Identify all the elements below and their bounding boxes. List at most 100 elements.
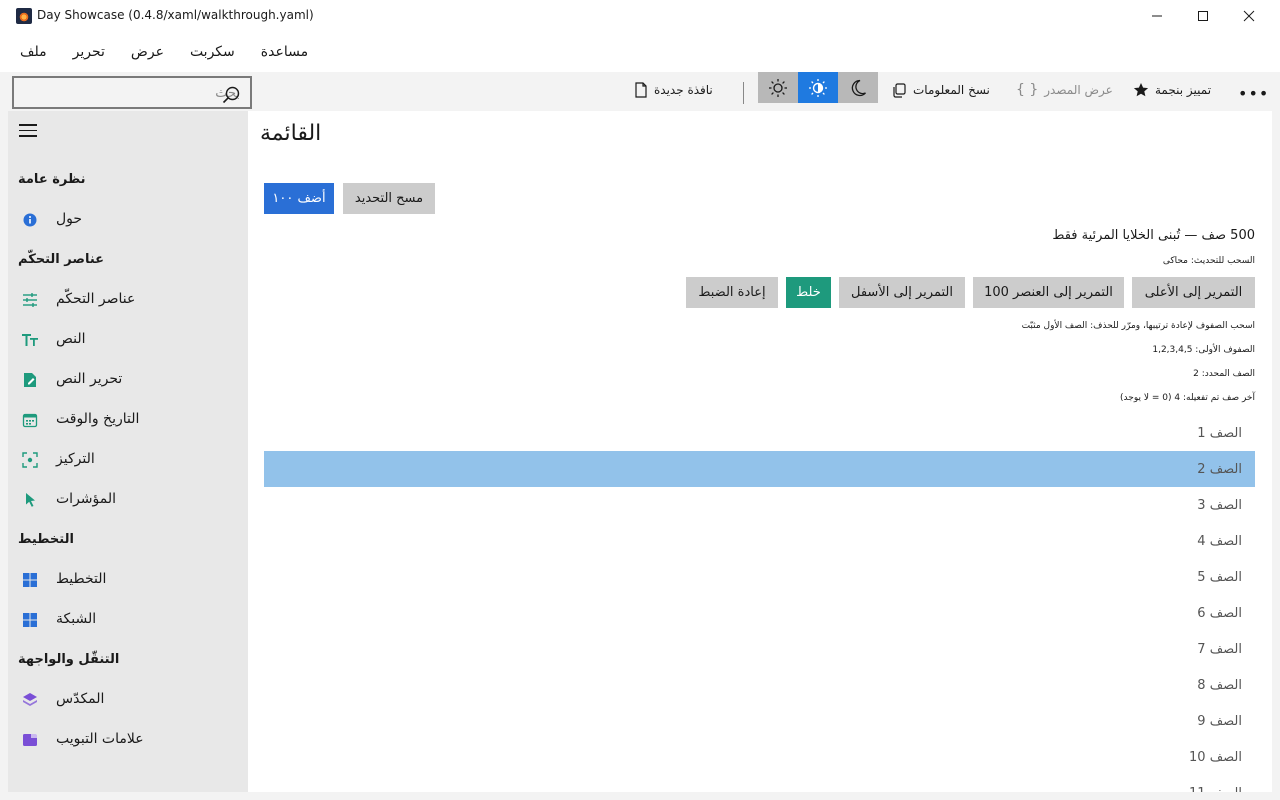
sidebar-item-pointers[interactable]: المؤشرات	[8, 480, 248, 520]
list-item[interactable]: الصف 5	[264, 559, 1255, 595]
list-item[interactable]: الصف 6	[264, 595, 1255, 631]
edit-icon	[24, 373, 36, 387]
list-item-label: الصف 1	[1197, 426, 1242, 441]
sidebar-item-label: عناصر التحكّم	[56, 291, 136, 307]
text-icon	[22, 334, 38, 346]
list-item-label: الصف 8	[1197, 678, 1242, 693]
light-theme-button[interactable]	[758, 72, 798, 103]
list-summary: 500 صف — تُبنى الخلايا المرئية فقط	[1052, 228, 1255, 243]
minimize-icon	[1152, 15, 1162, 17]
reorder-hint: اسحب الصفوف لإعادة ترتيبها، ومرّر للحذف:…	[1021, 321, 1255, 331]
list-item-label: الصف 11	[1189, 786, 1242, 792]
title-bar: Day Showcase (0.4.8/xaml/walkthrough.yam…	[0, 0, 1280, 32]
sidebar-item-controls[interactable]: عناصر التحكّم	[8, 280, 248, 320]
list-item-label: الصف 4	[1197, 534, 1242, 549]
dark-theme-button[interactable]	[838, 72, 878, 103]
list-item-label: الصف 5	[1197, 570, 1242, 585]
list-item-label: الصف 3	[1197, 498, 1242, 513]
menu-view[interactable]: عرض	[131, 44, 164, 60]
menu-help[interactable]: مساعدة	[261, 44, 308, 60]
layout-icon	[23, 573, 37, 587]
more-options-button[interactable]: •••	[1238, 84, 1269, 103]
sidebar-item-layout[interactable]: التخطيط	[8, 560, 248, 600]
app-icon	[16, 8, 32, 24]
list-item-label: الصف 10	[1189, 750, 1242, 765]
hamburger-icon[interactable]	[19, 124, 37, 138]
moon-icon	[851, 79, 866, 96]
star-icon	[1133, 83, 1149, 97]
list-item[interactable]: الصف 9	[264, 703, 1255, 739]
last-activated-status: آخر صف تم تفعيله: 4 (0 = لا يوجد)	[1120, 393, 1255, 403]
sidebar-item-label: تحرير النص	[56, 371, 123, 387]
tabs-icon	[23, 734, 37, 746]
braces-icon: { }	[1016, 82, 1039, 98]
sidebar-item-label: حول	[56, 211, 83, 227]
pull-refresh-status: السحب للتحديث: محاكى	[1162, 256, 1255, 266]
focus-icon	[22, 452, 38, 468]
sidebar-item-label: المكدّس	[56, 691, 105, 707]
sidebar-item-focus[interactable]: التركيز	[8, 440, 248, 480]
shuffle-button[interactable]: خلط	[786, 277, 831, 308]
page-title: القائمة	[260, 121, 322, 146]
section-layout: التخطيط	[18, 532, 74, 547]
new-window-button[interactable]: نافذة جديدة	[634, 82, 713, 98]
list-item[interactable]: الصف 10	[264, 739, 1255, 775]
scroll-bottom-button[interactable]: التمرير إلى الأسفل	[839, 277, 965, 308]
document-icon	[635, 82, 647, 98]
list-item-label: الصف 9	[1197, 714, 1242, 729]
copy-icon	[893, 83, 906, 98]
copy-info-button[interactable]: نسخ المعلومات	[891, 82, 990, 98]
sidebar-item-text-edit[interactable]: تحرير النص	[8, 360, 248, 400]
add-100-button[interactable]: أضف ١٠٠	[264, 183, 334, 214]
menu-script[interactable]: سكربت	[190, 44, 235, 60]
clear-selection-button[interactable]: مسح التحديد	[343, 183, 435, 214]
layers-icon	[23, 693, 37, 706]
calendar-icon	[22, 413, 38, 428]
sidebar-item-stack[interactable]: المكدّس	[8, 680, 248, 720]
scroll-top-button[interactable]: التمرير إلى الأعلى	[1132, 277, 1255, 308]
pointer-icon	[26, 493, 35, 507]
info-icon	[23, 213, 37, 227]
auto-theme-button[interactable]	[798, 72, 838, 103]
close-button[interactable]	[1226, 0, 1272, 32]
window-title: Day Showcase (0.4.8/xaml/walkthrough.yam…	[37, 8, 314, 22]
sidebar-item-label: التاريخ والوقت	[56, 411, 140, 427]
list-item[interactable]: الصف 1	[264, 415, 1255, 451]
list-item[interactable]: الصف 4	[264, 523, 1255, 559]
new-window-label: نافذة جديدة	[654, 83, 713, 97]
sidebar-item-label: النص	[56, 331, 86, 347]
list-item[interactable]: الصف 2	[264, 451, 1255, 487]
list-item[interactable]: الصف 3	[264, 487, 1255, 523]
close-icon	[1243, 10, 1255, 22]
list-item-label: الصف 7	[1197, 642, 1242, 657]
sidebar-item-text[interactable]: النص	[8, 320, 248, 360]
menu-edit[interactable]: تحرير	[73, 44, 105, 60]
list-item[interactable]: الصف 8	[264, 667, 1255, 703]
sidebar-item-date-time[interactable]: التاريخ والوقت	[8, 400, 248, 440]
list-item[interactable]: الصف 7	[264, 631, 1255, 667]
star-button[interactable]: تمييز بنجمة	[1133, 82, 1211, 98]
sidebar-item-label: التركيز	[56, 451, 95, 467]
maximize-button[interactable]	[1180, 0, 1226, 32]
sidebar-item-tabs[interactable]: علامات التبويب	[8, 720, 248, 760]
sidebar-item-about[interactable]: حول	[8, 200, 248, 240]
half-sun-icon	[809, 78, 827, 97]
sidebar-item-label: المؤشرات	[56, 491, 117, 507]
search-input[interactable]	[60, 84, 240, 102]
search-box[interactable]	[12, 76, 252, 109]
virtual-list[interactable]: الصف 1 الصف 2 الصف 3 الصف 4 الصف 5 الصف 6 الصف…	[264, 415, 1255, 792]
view-source-label: عرض المصدر	[1044, 83, 1113, 97]
selected-row-status: الصف المحدد: 2	[1193, 369, 1255, 379]
menu-file[interactable]: ملف	[20, 44, 47, 60]
sidebar-item-grid[interactable]: الشبكة	[8, 600, 248, 640]
maximize-icon	[1198, 11, 1208, 21]
theme-switcher	[758, 72, 878, 103]
scroll-to-100-button[interactable]: التمرير إلى العنصر 100	[973, 277, 1124, 308]
main-content: القائمة أضف ١٠٠ مسح التحديد 500 صف — تُب…	[248, 111, 1272, 792]
view-source-button[interactable]: { } عرض المصدر	[1016, 82, 1113, 98]
search-icon[interactable]	[222, 86, 240, 104]
minimize-button[interactable]	[1134, 0, 1180, 32]
list-item-label: الصف 6	[1197, 606, 1242, 621]
list-item[interactable]: الصف 11	[264, 775, 1255, 792]
reset-button[interactable]: إعادة الضبط	[686, 277, 778, 308]
